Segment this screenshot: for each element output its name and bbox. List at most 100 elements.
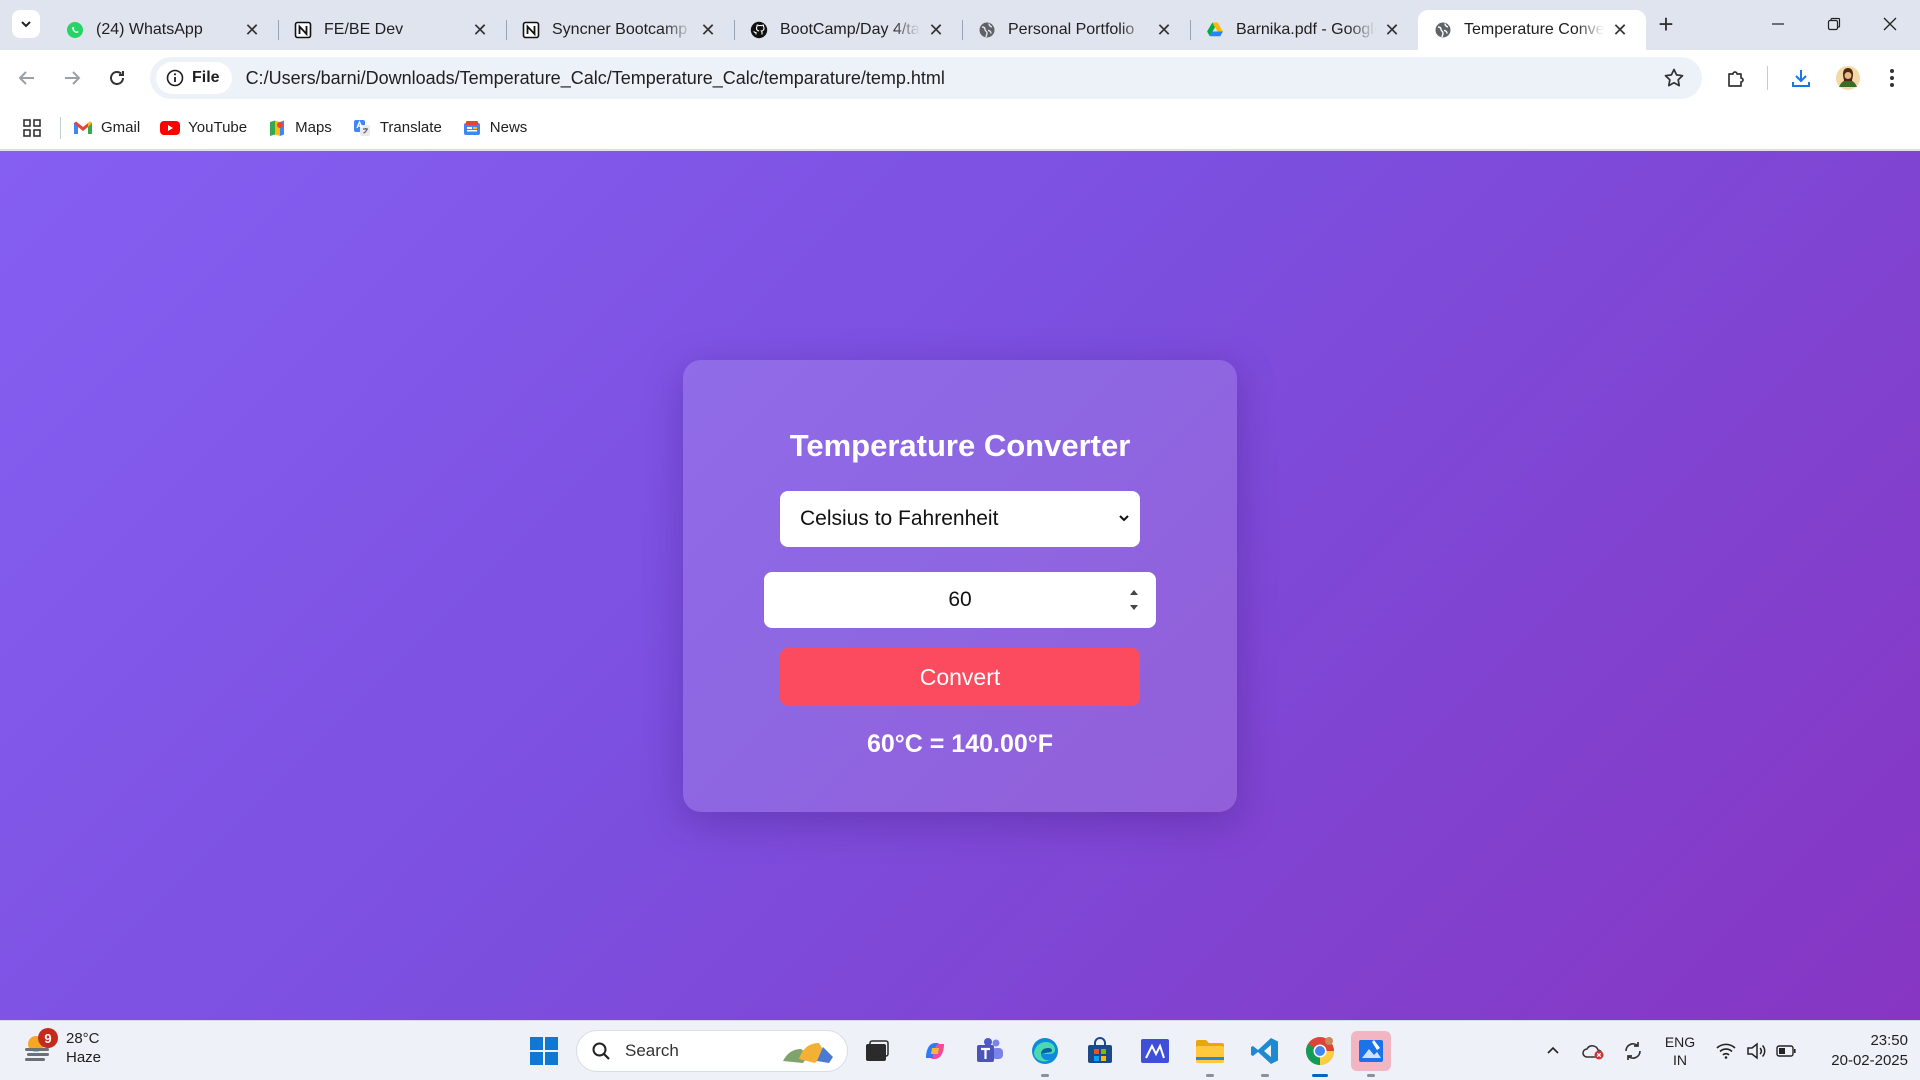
tab-google-drive[interactable]: Barnika.pdf - Google Drive ✕ [1190, 10, 1418, 50]
tab-title: Syncner Bootcamp [552, 21, 688, 38]
close-tab-icon[interactable]: ✕ [470, 20, 490, 40]
conversion-type-select[interactable]: Celsius to Fahrenheit [780, 491, 1140, 547]
close-tab-icon[interactable]: ✕ [1610, 20, 1630, 40]
bookmarks-divider [60, 116, 61, 139]
taskbar-code-editor[interactable] [1135, 1031, 1175, 1071]
chevron-down-icon [21, 21, 31, 28]
browser-toolbar: File C:/Users/barni/Downloads/Temperatur… [0, 50, 1920, 106]
tab-search-button[interactable] [12, 10, 40, 38]
sync-icon [1625, 1042, 1641, 1060]
wifi-icon [1716, 1043, 1736, 1059]
sync-tray[interactable] [1618, 1021, 1648, 1080]
quick-settings[interactable] [1713, 1021, 1799, 1080]
taskbar-copilot[interactable] [915, 1031, 955, 1071]
address-bar[interactable]: File C:/Users/barni/Downloads/Temperatur… [150, 57, 1702, 99]
search-placeholder: Search [625, 1041, 679, 1060]
number-spinner[interactable] [1128, 589, 1140, 611]
task-view-button[interactable] [857, 1031, 897, 1071]
taskbar-teams[interactable] [970, 1031, 1010, 1071]
close-tab-icon[interactable]: ✕ [1382, 20, 1402, 40]
conversion-result: 60°C = 140.00°F [866, 730, 1054, 758]
bookmark-translate[interactable]: Translate [352, 119, 442, 137]
task-view-icon [866, 1040, 889, 1061]
convert-button[interactable]: Convert [780, 648, 1140, 706]
clock-time: 23:50 [1870, 1032, 1908, 1049]
show-hidden-icons-button[interactable] [1538, 1021, 1568, 1080]
taskbar-vscode[interactable] [1245, 1031, 1285, 1077]
bookmark-maps[interactable]: Maps [267, 119, 332, 137]
reload-button[interactable] [101, 62, 133, 94]
globe-icon [1434, 21, 1452, 39]
download-icon [1792, 70, 1810, 87]
taskbar-chrome[interactable] [1300, 1031, 1340, 1077]
avatar-icon [1836, 66, 1860, 90]
forward-button[interactable] [56, 62, 88, 94]
windows-taskbar: 9 28°C Haze Search ENG IN 23:50 20-02-20… [0, 1020, 1920, 1080]
site-info-chip[interactable]: File [156, 62, 232, 94]
bookmark-youtube[interactable]: YouTube [160, 119, 247, 137]
search-icon [592, 1042, 610, 1060]
reload-icon [110, 71, 124, 85]
downloads-button[interactable] [1785, 62, 1817, 94]
taskbar-file-explorer[interactable] [1190, 1031, 1230, 1077]
close-tab-icon[interactable]: ✕ [1154, 20, 1174, 40]
taskbar-store[interactable] [1080, 1031, 1120, 1071]
cloud-error-icon [1582, 1045, 1604, 1060]
snip-icon [1359, 1040, 1383, 1062]
chrome-icon [1306, 1037, 1334, 1065]
close-tab-icon[interactable]: ✕ [242, 20, 262, 40]
tab-fe-be-dev[interactable]: FE/BE Dev ✕ [278, 10, 506, 50]
tab-strip: (24) WhatsApp ✕ FE/BE Dev ✕ Syncner Boot… [0, 0, 1920, 50]
chevron-up-icon [1547, 1046, 1559, 1054]
spin-down-icon[interactable] [1129, 604, 1139, 611]
weather-widget[interactable]: 9 28°C Haze [20, 1028, 101, 1067]
tab-syncner-bootcamp[interactable]: Syncner Bootcamp ✕ [506, 10, 734, 50]
onedrive-tray[interactable] [1578, 1021, 1608, 1080]
restore-button[interactable] [1806, 0, 1862, 48]
taskbar-search[interactable]: Search [576, 1030, 848, 1072]
back-button[interactable] [11, 62, 43, 94]
browser-menu-button[interactable] [1876, 62, 1908, 94]
language-code: ENG [1664, 1034, 1696, 1050]
minimize-button[interactable] [1750, 0, 1806, 48]
scheme-label: File [192, 69, 220, 86]
tab-github-bootcamp[interactable]: BootCamp/Day 4/task ✕ [734, 10, 962, 50]
start-button[interactable] [524, 1031, 564, 1071]
extensions-button[interactable] [1720, 62, 1752, 94]
bookmark-star-button[interactable] [1662, 66, 1686, 95]
bookmark-news[interactable]: News [462, 119, 527, 137]
new-tab-button[interactable]: + [1652, 9, 1680, 39]
arrow-right-icon [65, 71, 81, 85]
notification-badge: 9 [38, 1028, 58, 1048]
taskbar-edge[interactable] [1025, 1031, 1065, 1077]
clock-date: 20-02-2025 [1831, 1052, 1908, 1069]
weather-text: 28°C Haze [66, 1029, 101, 1067]
globe-icon [978, 21, 996, 39]
store-icon [1088, 1037, 1112, 1063]
close-window-button[interactable] [1862, 0, 1918, 48]
windows-logo-icon [530, 1037, 558, 1065]
weather-condition: Haze [66, 1049, 102, 1066]
close-tab-icon[interactable]: ✕ [698, 20, 718, 40]
tab-title: Temperature Converter [1464, 21, 1604, 38]
taskbar-clock[interactable]: 23:50 20-02-2025 [1808, 1031, 1908, 1071]
tab-personal-portfolio[interactable]: Personal Portfolio ✕ [962, 10, 1190, 50]
profile-avatar[interactable] [1832, 62, 1864, 94]
tab-temperature-converter[interactable]: Temperature Converter ✕ [1418, 10, 1646, 50]
url-text[interactable]: C:/Users/barni/Downloads/Temperature_Cal… [246, 68, 945, 89]
close-icon [1883, 17, 1897, 31]
spin-up-icon[interactable] [1129, 589, 1139, 596]
tab-whatsapp[interactable]: (24) WhatsApp ✕ [50, 10, 278, 50]
temperature-input[interactable]: 60 [764, 572, 1156, 628]
weather-temp: 28°C [66, 1030, 100, 1047]
tab-title: BootCamp/Day 4/task [780, 21, 920, 38]
bookmark-label: Translate [379, 119, 442, 136]
language-indicator[interactable]: ENG IN [1658, 1021, 1702, 1080]
bookmark-gmail[interactable]: Gmail [73, 119, 140, 137]
close-tab-icon[interactable]: ✕ [926, 20, 946, 40]
converter-card: Temperature Converter Celsius to Fahrenh… [683, 360, 1237, 812]
bookmark-label: Maps [295, 119, 332, 136]
taskbar-snipping-tool[interactable] [1351, 1031, 1391, 1077]
chevron-down-icon [1119, 515, 1129, 522]
apps-button[interactable] [16, 112, 48, 144]
